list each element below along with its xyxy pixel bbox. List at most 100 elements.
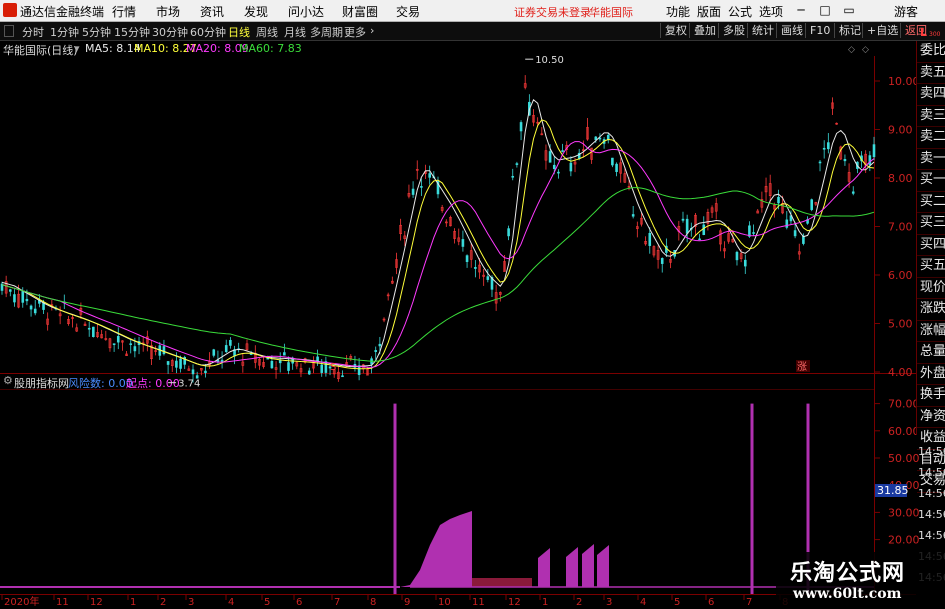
indicator-tick-label: 60.00: [888, 425, 920, 438]
candle-body: [507, 228, 510, 237]
panel-item-3[interactable]: 卖三: [917, 106, 945, 127]
candle-body: [87, 327, 91, 330]
candle-body: [611, 157, 614, 166]
indicator-tick-label: 50.00: [888, 452, 920, 465]
candle-body: [515, 163, 519, 165]
candle-body: [270, 360, 274, 369]
candle-body: [278, 360, 282, 364]
indicator-block: [582, 544, 594, 587]
panel-item-15[interactable]: 外盘: [917, 364, 945, 385]
candle-body: [9, 289, 12, 292]
panel-item-2[interactable]: 卖四: [917, 84, 945, 106]
candle-body: [341, 375, 344, 378]
ma20-line: [1, 141, 875, 368]
indicator-tick-label: 30.00: [888, 506, 920, 519]
panel-item-1[interactable]: 卖五: [917, 63, 945, 84]
panel-item-0[interactable]: 委比: [917, 41, 945, 63]
panel-item-7[interactable]: 买二: [917, 192, 945, 213]
candle-body: [420, 186, 423, 188]
candle-body: [133, 346, 137, 352]
panel-item-6[interactable]: 买一: [917, 170, 945, 192]
candle-body: [752, 232, 755, 234]
candle-body: [810, 199, 814, 210]
panel-item-9[interactable]: 买四: [917, 235, 945, 256]
candle-body: [307, 370, 311, 375]
price-tick-label: 10.00: [888, 75, 920, 88]
candle-body: [748, 225, 751, 237]
candle-body: [29, 305, 33, 310]
candle-body: [519, 122, 523, 132]
panel-item-16[interactable]: 换手: [917, 385, 945, 407]
x-tick-label: 4: [640, 597, 646, 608]
x-tick-label: 3: [188, 597, 194, 608]
price-chart[interactable]: 10.00 9.00 8.00 7.00 6.00 5.00 4.00 70.00 60.00 5…: [0, 0, 945, 609]
x-tick-label: 6: [708, 597, 714, 608]
x-tick-label: 11: [56, 597, 69, 608]
candle-body: [374, 350, 378, 352]
panel-item-10[interactable]: 买五: [917, 256, 945, 278]
indicator-ramp: [400, 511, 472, 587]
candle-body: [818, 161, 822, 164]
x-tick-label: 5: [264, 597, 270, 608]
candle-body: [112, 343, 116, 345]
x-tick-label: 2020年: [4, 595, 39, 608]
x-tick-label: 6: [296, 597, 302, 608]
candle-body: [552, 164, 556, 169]
x-tick-label: 5: [674, 597, 680, 608]
current-value-label: 31.85: [877, 484, 909, 497]
price-tick-label: 8.00: [888, 172, 913, 185]
panel-item-5[interactable]: 卖一: [917, 149, 945, 170]
panel-item-4[interactable]: 卖二: [917, 127, 945, 149]
candle-body: [486, 276, 490, 280]
candle-body: [557, 171, 560, 174]
time-tick: 14:56: [918, 487, 945, 500]
candle-body: [191, 369, 195, 375]
time-tick: 14:56: [918, 508, 945, 521]
candle-body: [594, 136, 598, 141]
x-tick-label: 12: [90, 597, 103, 608]
panel-corner-sub: 300: [929, 31, 941, 38]
price-tick-label: 5.00: [888, 318, 913, 331]
panel-item-13[interactable]: 涨幅: [917, 321, 945, 342]
candle-body: [793, 230, 797, 237]
candle-body: [229, 340, 232, 346]
candle-body: [872, 144, 876, 158]
candle-body: [735, 251, 739, 261]
candle-body: [33, 308, 37, 314]
candle-body: [465, 255, 469, 262]
x-tick-label: 10: [438, 597, 451, 608]
candle-body: [569, 162, 573, 172]
candle-body: [561, 150, 564, 152]
candle-body: [411, 188, 415, 195]
candle-body: [212, 349, 216, 356]
candle-body: [461, 239, 465, 247]
candle-body: [785, 219, 789, 228]
candle-body: [13, 294, 16, 303]
panel-item-8[interactable]: 买三: [917, 213, 945, 235]
candle-body: [129, 343, 133, 345]
candle-body: [851, 191, 855, 194]
indicator-residual: [472, 578, 532, 587]
diamond-icon: ◇: [862, 45, 869, 55]
panel-item-14[interactable]: 总量: [917, 342, 945, 364]
indicator-spike: [606, 548, 608, 587]
candle-body: [474, 267, 477, 269]
candle-body: [378, 343, 382, 347]
x-tick-label: 12: [508, 597, 521, 608]
x-tick-label: 2: [576, 597, 582, 608]
panel-item-17[interactable]: 净资: [917, 407, 945, 428]
candle-body: [743, 259, 747, 267]
indicator-spike: [750, 403, 754, 594]
low-label: 3.74: [178, 379, 200, 390]
panel-item-11[interactable]: 现价: [917, 278, 945, 299]
candle-body: [660, 258, 664, 264]
x-tick-label: 7: [334, 597, 340, 608]
x-tick-label: 8: [370, 597, 376, 608]
watermark-title: 乐淘公式网: [790, 561, 906, 586]
candle-body: [25, 298, 29, 302]
x-tick-label: 7: [746, 597, 752, 608]
candle-body: [320, 364, 324, 373]
panel-item-12[interactable]: 涨跌: [917, 299, 945, 321]
x-tick-label: 2: [160, 597, 166, 608]
candle-body: [511, 175, 515, 178]
